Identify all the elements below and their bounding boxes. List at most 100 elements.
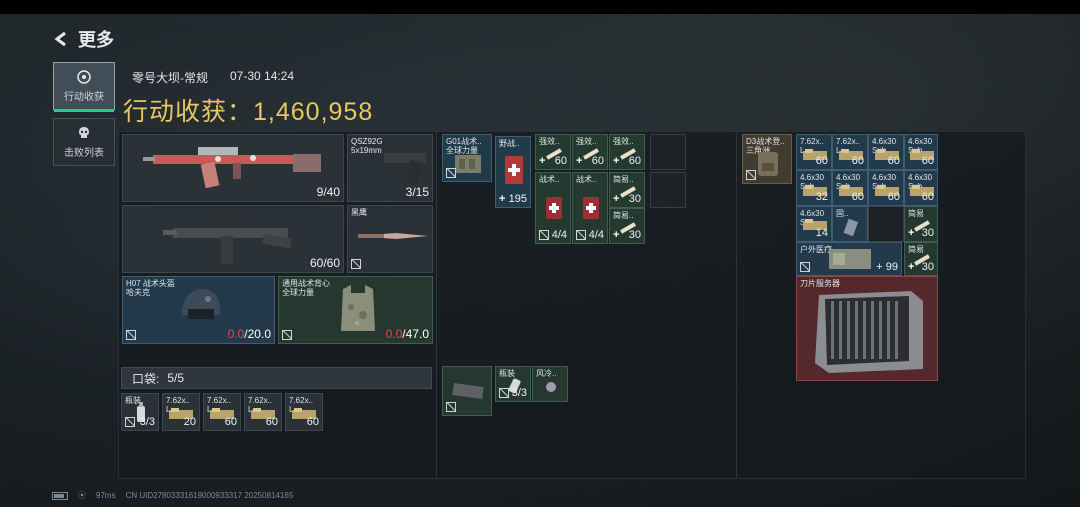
item-count: 60 xyxy=(815,155,828,167)
rig-item[interactable]: 强效.. + 60 xyxy=(572,134,608,170)
backpack-item[interactable]: 4.6x30 Sub 60 xyxy=(868,134,904,170)
primary-weapon-slot[interactable]: 9/40 xyxy=(122,134,344,202)
item-count: 60 xyxy=(628,155,641,167)
helmet-name: H07 战术头盔 哈夫克 xyxy=(126,279,175,297)
item-count: 20 xyxy=(183,416,196,428)
item-name: 战术.. xyxy=(576,175,597,184)
vest-name: 通用战术背心 全球力量 xyxy=(282,279,330,297)
panel-divider xyxy=(436,131,437,479)
pocket-item[interactable]: 瓶装 3/3 xyxy=(121,393,159,431)
item-count: 60 xyxy=(224,416,237,428)
backpack-item[interactable]: 户外医疗 + 99 xyxy=(796,242,902,276)
plus-icon: + xyxy=(908,227,915,239)
pocket-count: 5/5 xyxy=(167,371,185,385)
lock-icon xyxy=(446,402,456,412)
panel-divider xyxy=(736,131,737,479)
pocket-item[interactable]: 7.62x.. L 20 xyxy=(162,393,200,431)
game-screen: 更多 行动收获 击败列表 零号大坝-常规 07-30 14:24 行动收获：1,… xyxy=(0,14,1080,507)
item-count: 60 xyxy=(851,155,864,167)
rig-item[interactable]: 强效.. + 60 xyxy=(609,134,645,170)
backpack-item[interactable]: 7.62x.. L 60 xyxy=(832,134,868,170)
secondary-weapon-slot[interactable]: 60/60 xyxy=(122,205,344,273)
raid-time: 07-30 14:24 xyxy=(230,69,295,83)
plus-icon: + xyxy=(499,193,506,205)
backpack-item[interactable]: 固.. xyxy=(832,206,868,242)
helmet-slot[interactable]: H07 战术头盔 哈夫克 0.0/20.0 xyxy=(122,276,275,344)
empty-slot[interactable] xyxy=(650,172,686,208)
plus-icon: + xyxy=(908,261,915,273)
plus-icon: + xyxy=(613,193,620,205)
backpack-item[interactable]: 4.6x30 Sub 60 xyxy=(904,134,938,170)
item-count: 60 xyxy=(306,416,319,428)
chest-rig-icon xyxy=(455,155,481,173)
medical-case-icon xyxy=(829,249,871,269)
backpack-item[interactable]: 4.6x30 Sub 60 xyxy=(868,170,904,206)
backpack-item[interactable]: 简易 + 30 xyxy=(904,242,938,276)
item-count: 30 xyxy=(921,227,934,239)
lock-icon xyxy=(282,330,292,340)
vest-slot[interactable]: 通用战术背心 全球力量 0.0/47.0 xyxy=(278,276,433,344)
backpack-item[interactable]: 4.6x30 Sub 32 xyxy=(796,170,832,206)
melee-slot[interactable]: 黑鹰 xyxy=(347,205,433,273)
item-count: 30 xyxy=(628,229,641,241)
pistol-slot[interactable]: QSZ92G 5x19mm 3/15 xyxy=(347,134,433,202)
tab-loot[interactable]: 行动收获 xyxy=(53,62,115,112)
backpack-item[interactable]: 7.62x.. L 60 xyxy=(796,134,832,170)
wifi-icon: ⦿ xyxy=(78,491,86,500)
rig-item[interactable]: 强效.. + 60 xyxy=(535,134,571,170)
blade-server-icon xyxy=(815,291,923,373)
rig-item[interactable]: 战术.. 4/4 xyxy=(572,172,608,244)
item-count: 60 xyxy=(921,191,934,203)
first-aid-icon xyxy=(583,197,599,219)
back-label: 更多 xyxy=(78,30,114,50)
blade-server-slot[interactable]: 刀片服务器 xyxy=(796,276,938,381)
item-count: 4/4 xyxy=(551,229,567,241)
lock-icon xyxy=(800,262,810,272)
pistol-name: QSZ92G 5x19mm xyxy=(351,137,383,155)
tab-kills[interactable]: 击败列表 xyxy=(53,118,115,166)
backpack-item[interactable]: 4.6x30 Sub 60 xyxy=(832,170,868,206)
helmet-durability-max: /20.0 xyxy=(244,327,271,341)
rig-item[interactable]: 野战.. + 195 xyxy=(495,136,531,208)
rig-item[interactable]: 简易.. + 30 xyxy=(609,208,645,244)
backpack-item[interactable]: 简易 + 30 xyxy=(904,206,938,242)
backpack-item[interactable]: 4.6x30 Sub 60 xyxy=(904,170,938,206)
rig-item[interactable]: 战术.. 4/4 xyxy=(535,172,571,244)
lock-icon xyxy=(125,417,135,427)
plus-icon: + xyxy=(613,155,620,167)
vest-durability-max: /47.0 xyxy=(402,327,429,341)
lock-icon xyxy=(446,168,456,178)
item-name: 简易.. xyxy=(613,211,634,220)
plus-icon: + xyxy=(876,261,883,273)
empty-slot[interactable] xyxy=(868,206,904,242)
rig-pocket-item[interactable]: 风冷.. xyxy=(532,366,568,402)
helmet-durability: 0.0/20.0 xyxy=(228,327,271,341)
backpack-slot[interactable]: D3战术登.. 三角洲 xyxy=(742,134,792,184)
pocket-item[interactable]: 7.62x.. L 60 xyxy=(244,393,282,431)
item-name: 简易 xyxy=(908,209,924,218)
backpack-item[interactable]: 4.6x30 Sub 14 xyxy=(796,206,832,242)
pocket-item[interactable]: 7.62x.. L 60 xyxy=(285,393,323,431)
skull-icon xyxy=(79,127,89,138)
item-name: 野战.. xyxy=(499,139,520,148)
pocket-header: 口袋: 5/5 xyxy=(121,367,432,389)
pocket-item[interactable]: 7.62x.. L 60 xyxy=(203,393,241,431)
back-button[interactable]: 更多 xyxy=(52,26,114,52)
item-count: 195 xyxy=(508,193,527,205)
rig-pocket-item[interactable]: 瓶装 3/3 xyxy=(495,366,531,402)
item-count: 60 xyxy=(887,155,900,167)
loot-total-label: 行动收获： xyxy=(123,98,254,126)
lock-icon xyxy=(351,259,361,269)
chest-rig-slot[interactable]: G01战术.. 全球力量 xyxy=(442,134,492,182)
lock-icon xyxy=(126,330,136,340)
plus-icon: + xyxy=(576,155,583,167)
medkit-icon xyxy=(505,156,523,184)
first-aid-icon xyxy=(546,197,562,219)
empty-slot[interactable] xyxy=(650,134,686,170)
pistol-icon xyxy=(384,153,426,184)
loot-total-value: 1,460,958 xyxy=(253,98,374,126)
item-name: 刀片服务器 xyxy=(800,279,840,288)
item-count: 14 xyxy=(815,227,828,239)
rig-pocket-item[interactable] xyxy=(442,366,492,416)
rig-item[interactable]: 简易.. + 30 xyxy=(609,172,645,208)
